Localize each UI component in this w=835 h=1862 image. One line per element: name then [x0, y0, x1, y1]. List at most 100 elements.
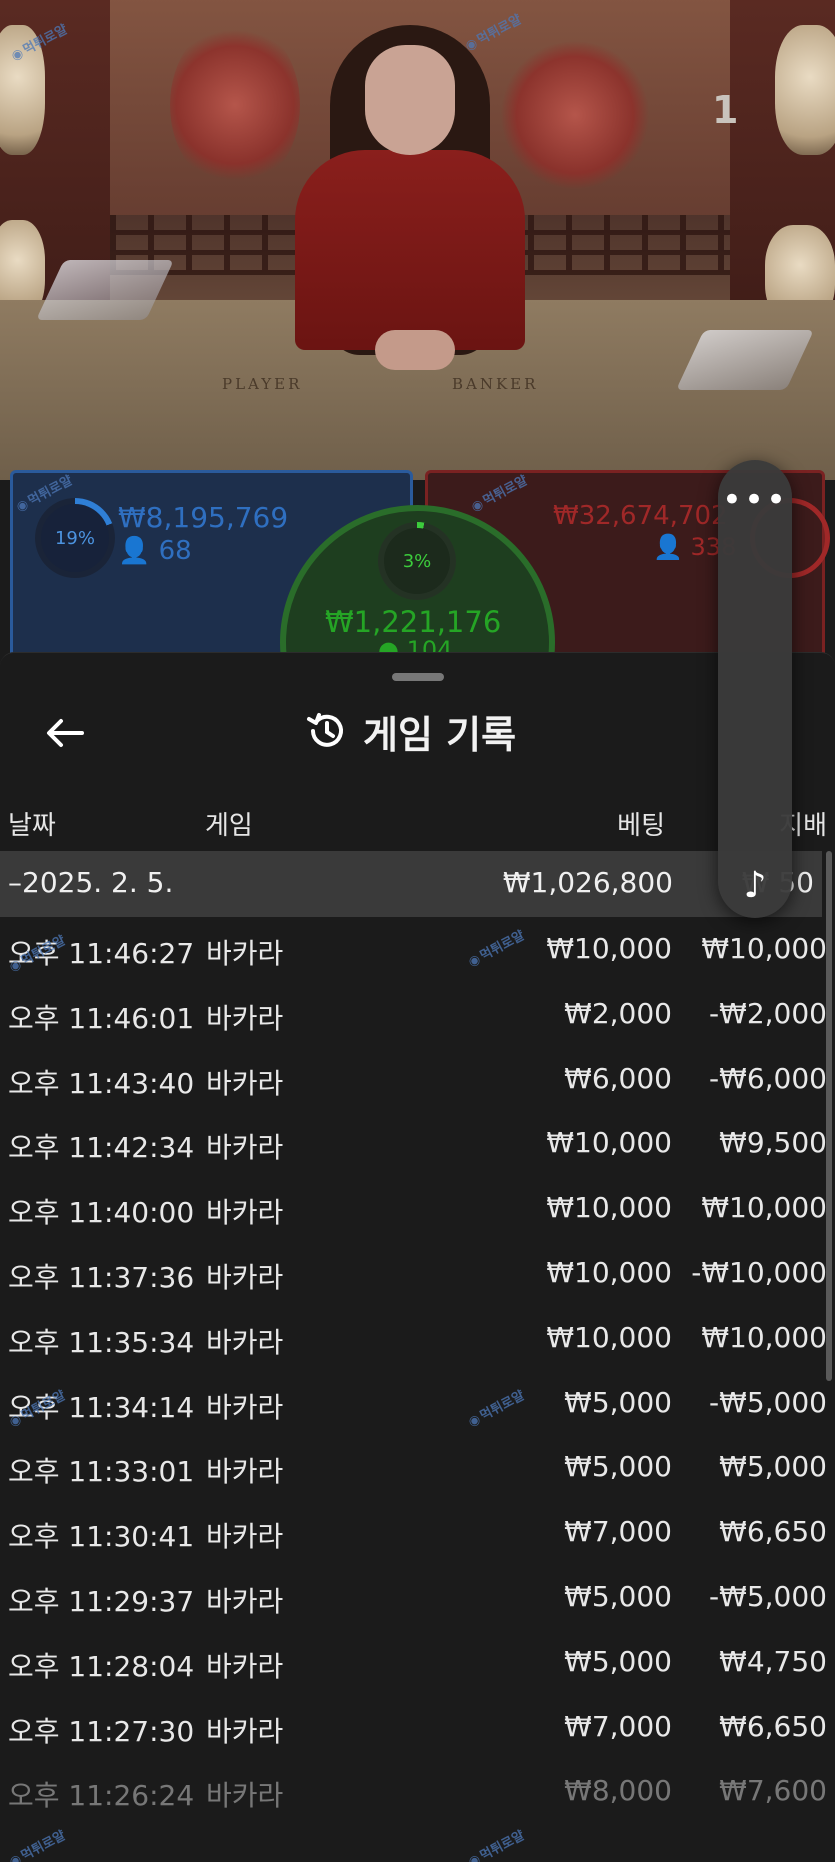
date-group-row[interactable]: –2025. 2. 5. ₩1,026,800 ₩ 50 — [0, 851, 822, 917]
row-game: 바카라 — [206, 1520, 284, 1554]
column-header-date[interactable]: 날짜 — [8, 805, 56, 842]
player-bet-amount: ₩8,195,769 — [118, 501, 289, 534]
music-toggle-button[interactable]: ♪ — [718, 860, 792, 910]
table-row[interactable]: 오후 11:29:37 바카라 ₩5,000 -₩5,000 — [0, 1566, 835, 1631]
row-bet: ₩5,000 — [564, 1579, 672, 1613]
player-count: 👤 68 — [118, 536, 192, 566]
more-dots-icon: ••• — [721, 480, 789, 520]
row-time: 오후 11:30:41 — [8, 1520, 195, 1554]
table-row[interactable]: 오후 11:40:00 바카라 ₩10,000 ₩10,000 — [0, 1177, 835, 1242]
tie-percent: 3% — [384, 528, 450, 594]
lantern-right-top — [775, 25, 835, 155]
row-bet: ₩10,000 — [546, 932, 672, 965]
table-row[interactable]: 오후 11:26:24 바카라 ₩8,000 ₩7,600 — [0, 1760, 835, 1825]
row-bet: ₩6,000 — [564, 1061, 672, 1095]
row-payout: -₩10,000 — [691, 1255, 827, 1289]
blossom-left — [170, 20, 300, 190]
row-game: 바카라 — [206, 1649, 284, 1683]
row-bet: ₩5,000 — [564, 1450, 672, 1484]
row-bet: ₩10,000 — [546, 1126, 672, 1160]
row-payout: ₩6,650 — [719, 1709, 827, 1743]
music-note-icon: ♪ — [743, 864, 767, 906]
row-bet: ₩10,000 — [546, 1191, 672, 1225]
row-time: 오후 11:37:36 — [8, 1260, 195, 1294]
row-game: 바카라 — [206, 1455, 284, 1489]
row-game: 바카라 — [206, 1066, 284, 1100]
row-payout: ₩10,000 — [701, 1320, 827, 1354]
table-row[interactable]: 오후 11:46:27 바카라 ₩10,000 ₩10,000 — [0, 918, 835, 983]
column-header-bet[interactable]: 베팅 — [617, 805, 665, 842]
row-game: 바카라 — [206, 937, 284, 970]
row-payout: ₩5,000 — [719, 1450, 827, 1484]
row-bet: ₩10,000 — [546, 1320, 672, 1354]
row-payout: ₩4,750 — [719, 1644, 827, 1678]
person-icon: 👤 — [118, 536, 151, 566]
row-game: 바카라 — [206, 1390, 284, 1424]
row-bet: ₩7,000 — [564, 1709, 672, 1743]
row-game: 바카라 — [206, 1779, 284, 1813]
table-row[interactable]: 오후 11:28:04 바카라 ₩5,000 ₩4,750 — [0, 1631, 835, 1696]
player-percent: 19% — [41, 504, 109, 572]
live-video: PLAYER BANKER 1 먹튀로얄 먹튀로얄 — [0, 0, 835, 480]
row-time: 오후 11:46:01 — [8, 1001, 195, 1035]
table-row[interactable]: 오후 11:43:40 바카라 ₩6,000 -₩6,000 — [0, 1048, 835, 1113]
row-time: 오후 11:29:37 — [8, 1584, 195, 1618]
tie-percent-ring: 3% — [378, 522, 456, 600]
row-game: 바카라 — [206, 1131, 284, 1165]
row-bet: ₩5,000 — [564, 1385, 672, 1419]
table-row[interactable]: 오후 11:46:01 바카라 ₩2,000 -₩2,000 — [0, 983, 835, 1048]
row-bet: ₩10,000 — [546, 1255, 672, 1289]
person-icon: 👤 — [653, 533, 683, 561]
table-row[interactable]: 오후 11:33:01 바카라 ₩5,000 ₩5,000 — [0, 1436, 835, 1501]
row-game: 바카라 — [206, 1260, 284, 1294]
row-payout: -₩2,000 — [709, 996, 827, 1030]
app-screen: PLAYER BANKER 1 먹튀로얄 먹튀로얄 19% ₩8,195,769… — [0, 0, 835, 1862]
date-group-bet-total: ₩1,026,800 — [502, 866, 673, 899]
back-button[interactable] — [40, 708, 90, 758]
column-header-game[interactable]: 게임 — [205, 805, 253, 842]
arrow-left-icon — [47, 719, 84, 747]
row-game: 바카라 — [206, 1196, 284, 1230]
row-time: 오후 11:35:34 — [8, 1325, 195, 1359]
table-label-player: PLAYER — [222, 375, 303, 393]
row-game: 바카라 — [206, 1001, 284, 1035]
row-game: 바카라 — [206, 1584, 284, 1618]
table-header: 날짜 게임 베팅 지배 — [0, 805, 835, 855]
row-game: 바카라 — [206, 1325, 284, 1359]
table-row[interactable]: 오후 11:34:14 바카라 ₩5,000 -₩5,000 — [0, 1372, 835, 1437]
row-payout: -₩5,000 — [709, 1385, 827, 1419]
table-row[interactable]: 오후 11:35:34 바카라 ₩10,000 ₩10,000 — [0, 1307, 835, 1372]
sheet-header: 게임 기록 — [305, 703, 516, 759]
row-bet: ₩7,000 — [564, 1515, 672, 1549]
page-title: 게임 기록 — [363, 712, 517, 757]
sheet-drag-handle[interactable] — [392, 673, 444, 681]
row-time: 오후 11:42:34 — [8, 1131, 195, 1165]
row-bet: ₩8,000 — [564, 1774, 672, 1808]
more-options-button[interactable]: ••• — [718, 480, 792, 520]
table-row[interactable]: 오후 11:30:41 바카라 ₩7,000 ₩6,650 — [0, 1501, 835, 1566]
floating-menu: ••• ♪ — [718, 460, 792, 918]
row-time: 오후 11:28:04 — [8, 1649, 195, 1683]
player-count-value: 68 — [158, 536, 192, 566]
game-history-sheet: 게임 기록 날짜 게임 베팅 지배 –2025. 2. 5. ₩1,026,80… — [0, 652, 835, 1862]
tie-bet-amount: ₩1,221,176 — [325, 605, 502, 639]
table-number: 1 — [712, 88, 739, 132]
row-time: 오후 11:27:30 — [8, 1714, 195, 1748]
banker-bet-amount: ₩32,674,702 — [553, 501, 728, 531]
table-row[interactable]: 오후 11:27:30 바카라 ₩7,000 ₩6,650 — [0, 1696, 835, 1761]
table-row[interactable]: 오후 11:37:36 바카라 ₩10,000 -₩10,000 — [0, 1242, 835, 1307]
row-game: 바카라 — [206, 1714, 284, 1748]
history-scrollbar[interactable] — [826, 851, 832, 1381]
row-payout: ₩9,500 — [719, 1126, 827, 1160]
row-payout: ₩7,600 — [719, 1774, 827, 1808]
dealer-face — [365, 45, 455, 155]
row-payout: -₩5,000 — [709, 1579, 827, 1613]
table-row[interactable]: 오후 11:42:34 바카라 ₩10,000 ₩9,500 — [0, 1112, 835, 1177]
watermark: 먹튀로얄 — [464, 1825, 527, 1862]
history-icon — [307, 713, 343, 747]
row-bet: ₩5,000 — [564, 1644, 672, 1678]
row-time: 오후 11:33:01 — [8, 1455, 195, 1489]
player-percent-ring: 19% — [35, 498, 115, 578]
blossom-right — [500, 40, 650, 190]
row-payout: ₩10,000 — [701, 932, 827, 965]
